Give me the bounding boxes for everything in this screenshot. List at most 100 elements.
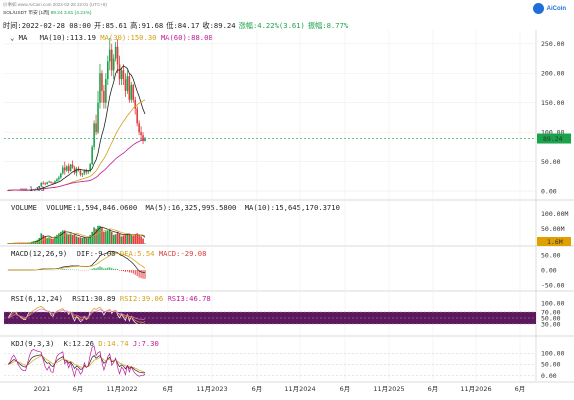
volume-bar [112, 234, 115, 244]
volume-axis-tick: 50.00M [541, 225, 565, 233]
volume-bar [140, 236, 142, 244]
volume-bar [108, 229, 111, 244]
date-axis-tick: 11月2023 [196, 385, 227, 393]
macd-dif-line [8, 250, 146, 274]
candle-body [48, 181, 50, 183]
macd-histogram-bar [115, 268, 117, 270]
candle-body [124, 79, 127, 91]
volume-bar [144, 243, 146, 244]
candle-body [87, 171, 90, 173]
rsi-axis-tick: 100.00 [541, 299, 565, 307]
date-axis-tick: 11月2022 [106, 385, 137, 393]
macd-axis-tick: 50.00 [541, 251, 561, 259]
candle-body [95, 123, 97, 133]
macd-histogram-bar [95, 268, 97, 270]
candle-body [120, 70, 123, 80]
volume-bar [120, 236, 123, 244]
volume-bar [62, 230, 64, 244]
volume-bar [142, 238, 144, 244]
candle-body [69, 164, 72, 172]
volume-bar [67, 234, 70, 244]
candle-body [140, 132, 142, 136]
volume-bar [77, 237, 80, 244]
volume-bar [83, 237, 86, 244]
macd-axis-tick: -50.00 [541, 281, 565, 289]
date-axis-tick: 11月2026 [460, 385, 491, 393]
volume-bar [130, 234, 133, 244]
macd-histogram-bar [134, 270, 136, 275]
candle-body [136, 108, 138, 124]
volume-bar [52, 238, 54, 244]
macd-axis-tick: 0.00 [541, 266, 557, 274]
candle-body [126, 76, 129, 91]
price-axis-tick: 0.00 [541, 187, 557, 195]
macd-dea-line [8, 253, 146, 271]
ma30-line [7, 99, 146, 191]
candle-body [56, 179, 58, 182]
candlestick-chart[interactable]: 250.00 200.00 150.00 100.00 50.00 0.00 1.03 89.… [0, 0, 574, 400]
kdj-k-line [7, 354, 146, 374]
volume-last-tag-label: 1.6M [547, 238, 563, 246]
macd-histogram-bar [113, 268, 115, 270]
volume-bar [134, 234, 137, 244]
macd-histogram-bar [142, 270, 144, 279]
volume-bar [69, 233, 72, 244]
date-axis-tick: 6月 [252, 385, 263, 393]
candle-body [122, 70, 125, 80]
candle-body [101, 73, 103, 91]
macd-histogram-bar [97, 267, 99, 270]
candle-body [73, 167, 76, 173]
price-axis-tick: 50.00 [541, 158, 561, 166]
rsi-axis-tick: 30.00 [541, 320, 561, 328]
macd-histogram-bar [93, 267, 95, 270]
volume-bar [79, 237, 82, 244]
macd-histogram-bar [124, 270, 126, 272]
candle-body [63, 167, 66, 171]
volume-bar [138, 234, 140, 244]
volume-bar [87, 237, 90, 244]
candle-body [83, 170, 86, 174]
macd-histogram-bar [64, 269, 66, 270]
candle-body [65, 166, 68, 171]
macd-histogram-bar [62, 269, 64, 270]
macd-histogram-bar [132, 270, 134, 274]
candle-body [62, 167, 64, 174]
candle-body [103, 90, 105, 103]
price-axis-tick: 150.00 [541, 99, 565, 107]
volume-axis-tick: 100.00M [541, 210, 568, 218]
date-axis-tick: 6月 [73, 385, 84, 393]
ma60-line [7, 138, 146, 191]
macd-histogram-bar [105, 268, 107, 270]
volume-bar [107, 230, 109, 244]
volume-bar [71, 234, 74, 244]
macd-histogram-bar [144, 270, 146, 279]
macd-histogram-bar [70, 269, 72, 270]
volume-bar [105, 231, 107, 244]
volume-bar [44, 236, 46, 244]
volume-bar [101, 227, 103, 244]
macd-histogram-bar [109, 267, 111, 270]
candle-body [138, 123, 140, 133]
price-axis-tick: 250.00 [541, 40, 565, 48]
volume-bar [116, 231, 119, 244]
candle-body [50, 181, 52, 183]
volume-bar [132, 235, 135, 244]
candle-body [71, 164, 74, 168]
volume-bar [85, 237, 88, 244]
volume-bar [118, 233, 121, 244]
macd-histogram-bar [119, 270, 121, 271]
macd-histogram-bar [103, 268, 105, 270]
date-axis-tick: 6月 [340, 385, 351, 393]
volume-bar [73, 234, 76, 244]
macd-histogram-bar [126, 270, 128, 272]
candle-body [42, 182, 45, 184]
macd-histogram-bar [111, 268, 113, 270]
candle-body [105, 79, 107, 103]
volume-bar [110, 231, 113, 244]
volume-bar [122, 235, 125, 244]
candle-body [46, 182, 48, 185]
macd-histogram-bar [99, 266, 101, 270]
macd-histogram-bar [136, 270, 138, 276]
volume-bar [114, 234, 117, 244]
date-axis-tick: 6月 [515, 385, 526, 393]
